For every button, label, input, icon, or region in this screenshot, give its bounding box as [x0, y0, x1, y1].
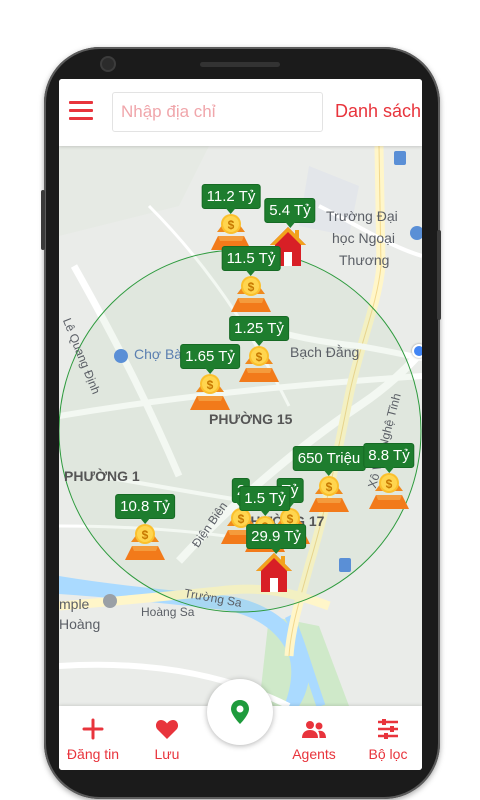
- location-pin-icon: [231, 700, 249, 724]
- tab-saved-label: Lưu: [154, 746, 180, 762]
- sliders-icon: [378, 719, 398, 739]
- svg-text:$: $: [207, 378, 214, 392]
- money-icon[interactable]: $: [188, 370, 232, 419]
- place-label: Trường Đại: [326, 208, 398, 224]
- tab-saved[interactable]: Lưu: [137, 706, 197, 770]
- price-tag[interactable]: 10.8 Tỷ: [115, 494, 175, 524]
- front-camera: [102, 58, 114, 70]
- map-location-button[interactable]: [207, 679, 273, 745]
- place-label: học Ngoại: [332, 230, 396, 246]
- money-icon[interactable]: $: [237, 342, 281, 391]
- list-view-link[interactable]: Danh sách: [335, 101, 421, 122]
- agents-icon: [302, 721, 326, 738]
- svg-text:$: $: [386, 477, 393, 491]
- address-search-input[interactable]: [112, 92, 323, 132]
- price-tag[interactable]: 1.25 Tỷ: [229, 316, 289, 346]
- tab-agents[interactable]: Agents: [283, 706, 345, 770]
- phone-power-button: [437, 230, 441, 320]
- money-icon[interactable]: $: [307, 472, 351, 521]
- heart-icon: [155, 720, 179, 739]
- place-label: Bạch Đằng: [290, 344, 360, 360]
- earpiece-speaker: [200, 62, 280, 67]
- svg-text:$: $: [256, 350, 263, 364]
- house-icon[interactable]: [254, 550, 294, 599]
- phone-side-button: [41, 190, 45, 250]
- hamburger-menu-icon[interactable]: [69, 101, 93, 121]
- price-tag[interactable]: 5.4 Tỷ: [264, 198, 316, 228]
- price-tag[interactable]: 1.65 Tỷ: [180, 344, 240, 374]
- top-bar: Danh sách: [59, 79, 422, 146]
- place-label: Thương: [339, 252, 390, 268]
- tab-post[interactable]: Đăng tin: [63, 706, 123, 770]
- price-tag[interactable]: 29.9 Tỷ: [246, 524, 306, 554]
- place-label: Hoàng: [59, 616, 101, 632]
- svg-text:$: $: [228, 218, 235, 232]
- place-label: Chợ Bà: [134, 346, 183, 362]
- tab-filter[interactable]: Bộ lọc: [357, 706, 419, 770]
- district-label: PHƯỜNG 1: [64, 468, 140, 484]
- map-view[interactable]: Trường Đại học Ngoại Thương Chợ Bà Bạch …: [59, 146, 422, 706]
- street-label: Hoàng Sa: [141, 605, 195, 619]
- svg-text:$: $: [248, 280, 255, 294]
- tab-filter-label: Bộ lọc: [368, 746, 408, 762]
- price-tag[interactable]: 1.5 Tỷ: [239, 486, 291, 516]
- tab-agents-label: Agents: [292, 746, 336, 762]
- money-icon[interactable]: $: [229, 272, 273, 321]
- app-screen: Danh sách: [59, 79, 422, 770]
- svg-text:$: $: [326, 480, 333, 494]
- price-tag[interactable]: 8.8 Tỷ: [363, 443, 415, 473]
- tab-post-label: Đăng tin: [66, 746, 120, 762]
- money-icon[interactable]: $: [123, 520, 167, 569]
- money-icon[interactable]: $: [367, 469, 411, 518]
- price-tag[interactable]: 650 Triệu: [292, 446, 366, 476]
- svg-text:$: $: [142, 528, 149, 542]
- plus-icon: [82, 718, 104, 740]
- price-tag[interactable]: 11.5 Tỷ: [221, 246, 281, 276]
- place-label: mple: [59, 596, 90, 612]
- current-location-dot: [412, 344, 422, 358]
- price-tag[interactable]: 11.2 Tỷ: [201, 184, 261, 214]
